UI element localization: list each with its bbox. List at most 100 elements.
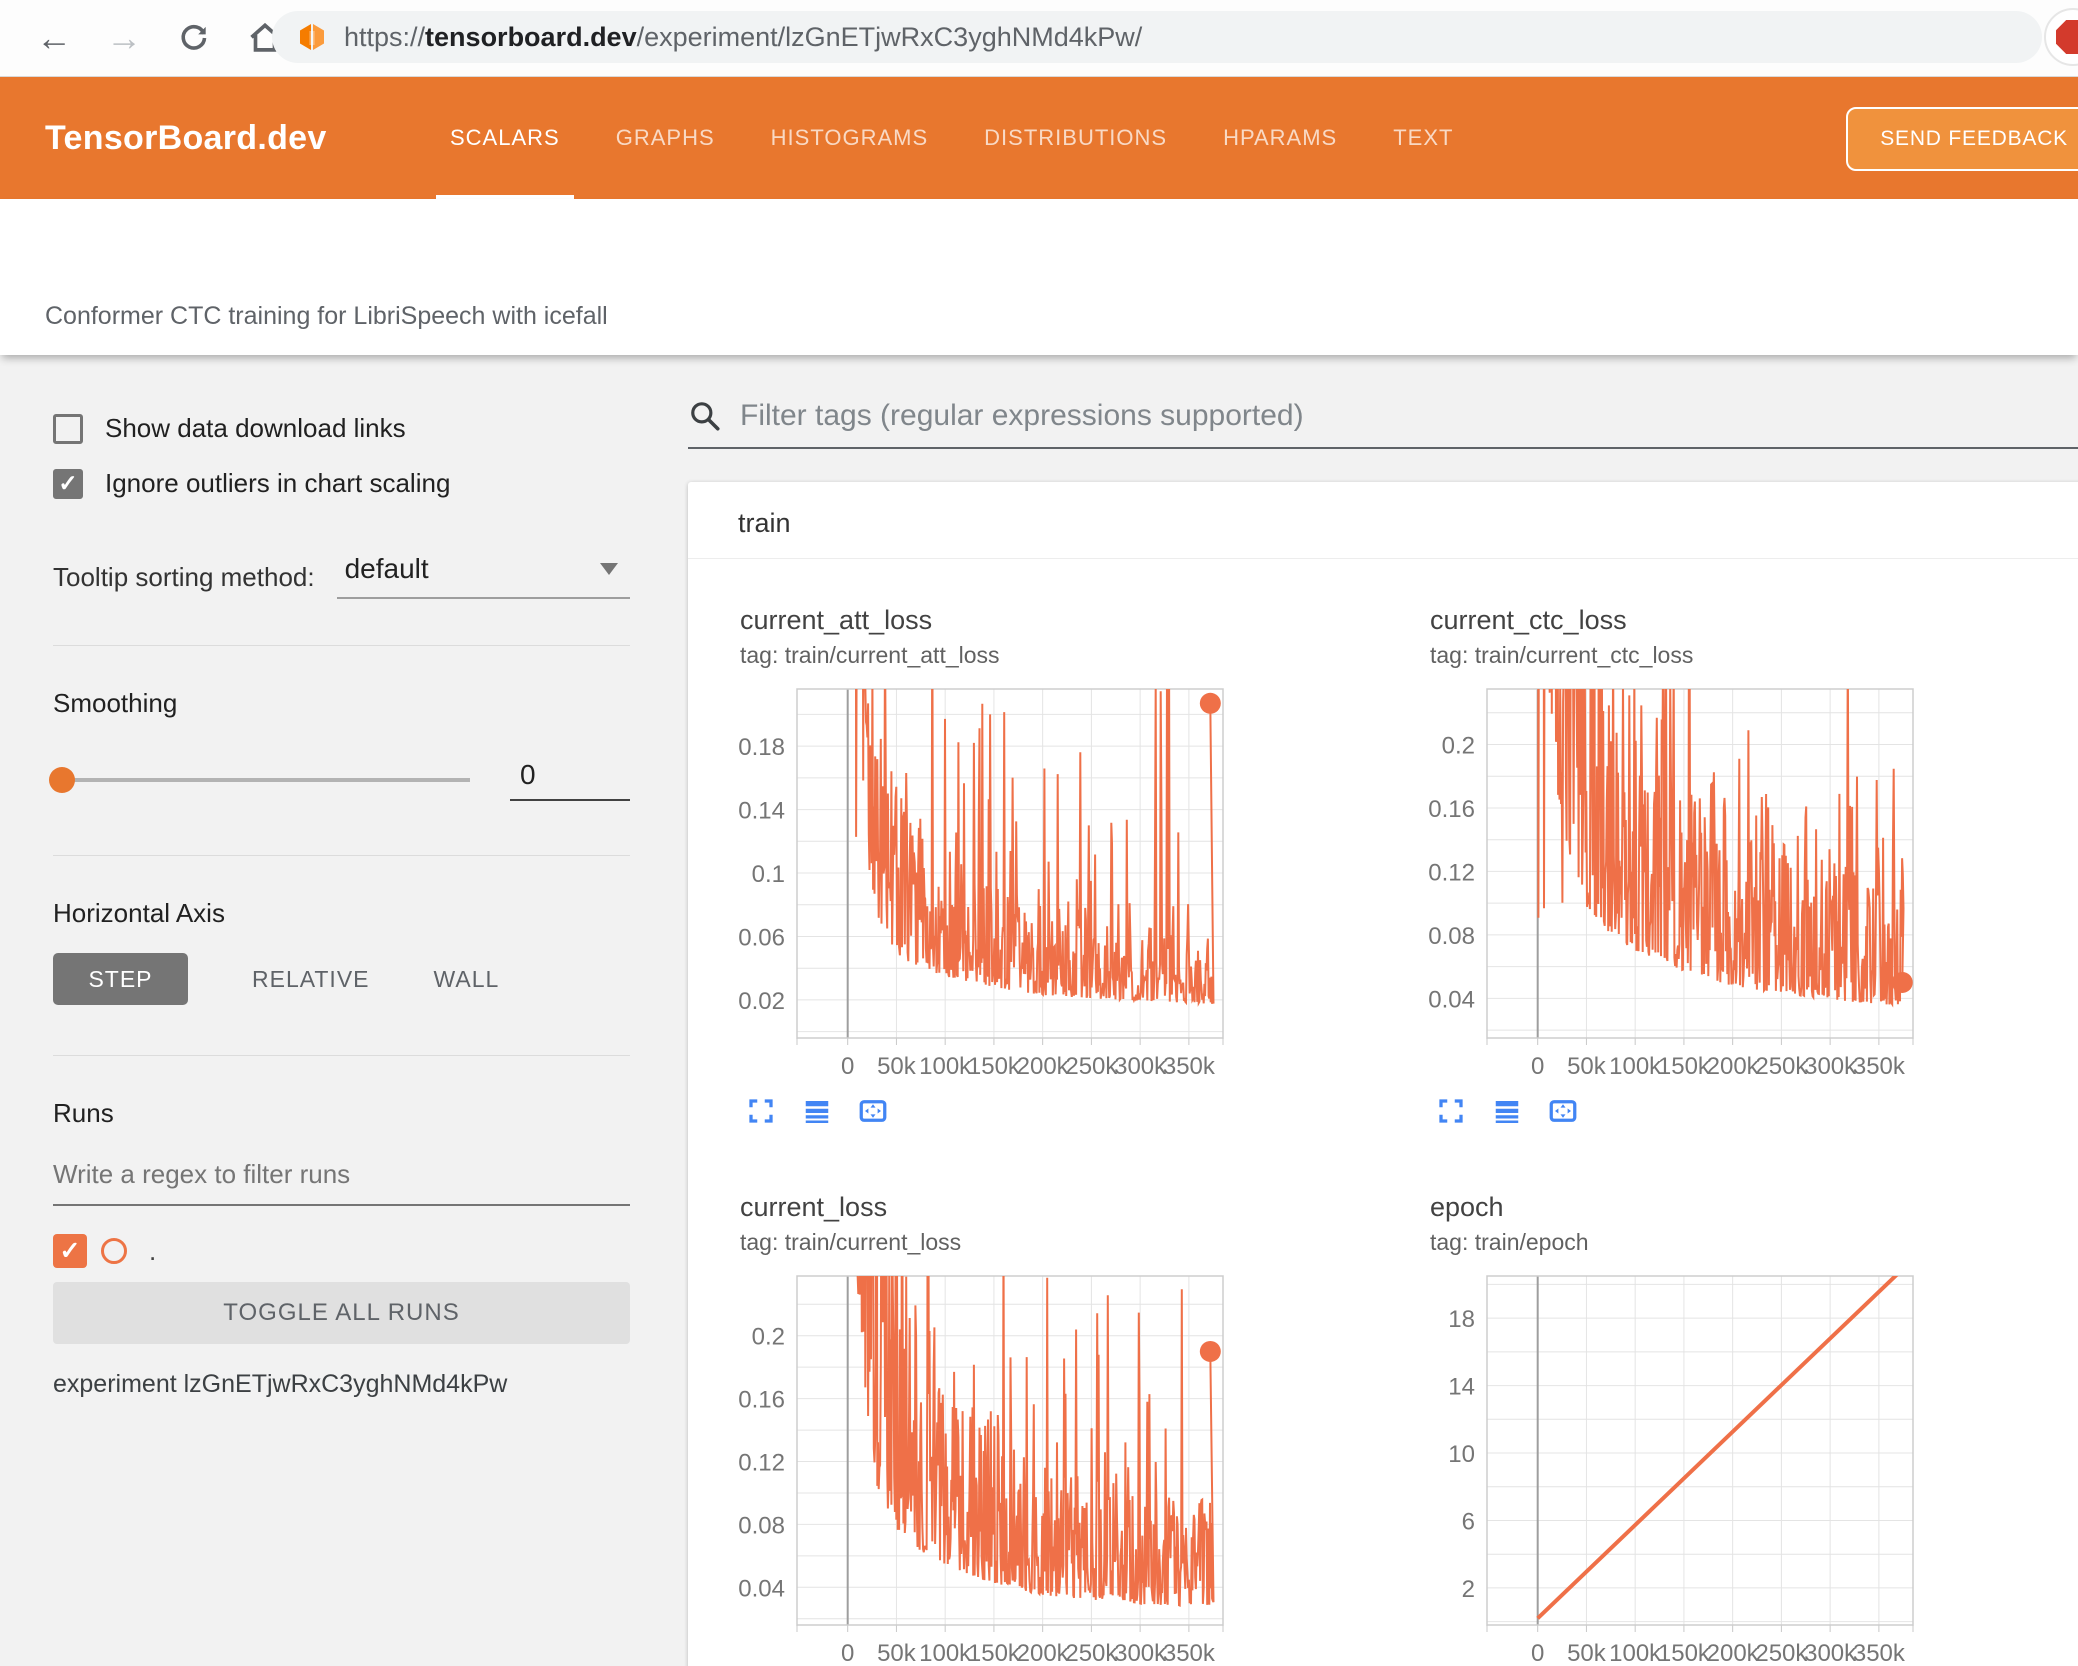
svg-text:0.12: 0.12 xyxy=(738,1450,785,1477)
fullscreen-icon[interactable] xyxy=(746,1096,776,1126)
svg-text:100k: 100k xyxy=(1609,1640,1662,1662)
svg-text:14: 14 xyxy=(1448,1374,1475,1401)
svg-text:50k: 50k xyxy=(877,1053,917,1075)
axis-wall-button[interactable]: WALL xyxy=(434,966,500,993)
app-header: TensorBoard.dev SCALARS GRAPHS HISTOGRAMS D… xyxy=(0,77,2078,199)
divider xyxy=(53,1055,630,1056)
svg-text:0: 0 xyxy=(1531,1053,1544,1075)
runs-regex-input[interactable]: Write a regex to filter runs xyxy=(53,1159,630,1206)
axis-relative-button[interactable]: RELATIVE xyxy=(252,966,370,993)
svg-text:0.18: 0.18 xyxy=(738,734,785,761)
svg-text:250k: 250k xyxy=(1755,1053,1808,1075)
toggle-all-runs-button[interactable]: TOGGLE ALL RUNS xyxy=(53,1282,630,1344)
app-logo[interactable]: TensorBoard.dev xyxy=(45,77,327,199)
experiment-title: Conformer CTC training for LibriSpeech w… xyxy=(45,302,608,330)
svg-text:0.08: 0.08 xyxy=(1428,923,1475,950)
run-checkbox[interactable]: ✓ xyxy=(53,1234,87,1268)
chart-tag: tag: train/current_loss xyxy=(740,1229,962,1255)
axis-step-button[interactable]: STEP xyxy=(53,953,188,1005)
svg-text:150k: 150k xyxy=(968,1053,1021,1075)
fit-domain-icon[interactable] xyxy=(1548,1096,1578,1126)
settings-sidebar: Show data download links ✓ Ignore outlie… xyxy=(0,355,660,1666)
log-scale-lines-icon[interactable] xyxy=(802,1096,832,1126)
extension-icon[interactable] xyxy=(2044,8,2078,66)
svg-text:0.16: 0.16 xyxy=(738,1387,785,1414)
tooltip-sorting-label: Tooltip sorting method: xyxy=(53,562,315,592)
run-color-swatch xyxy=(101,1238,127,1264)
svg-text:0.04: 0.04 xyxy=(738,1575,785,1602)
send-feedback-button[interactable]: SEND FEEDBACK xyxy=(1846,107,2078,171)
search-icon xyxy=(688,399,722,433)
show-download-links-checkbox[interactable] xyxy=(53,413,83,444)
charts-grid: current_att_loss tag: train/current_att_l… xyxy=(688,559,2078,1666)
chart-title: epoch xyxy=(1430,1192,1504,1222)
tab-text[interactable]: TEXT xyxy=(1379,77,1467,199)
svg-text:250k: 250k xyxy=(1755,1640,1808,1662)
show-download-links-label: Show data download links xyxy=(105,413,406,443)
svg-text:6: 6 xyxy=(1462,1508,1475,1535)
svg-text:0.16: 0.16 xyxy=(1428,796,1475,823)
svg-text:10: 10 xyxy=(1448,1441,1475,1468)
smoothing-label: Smoothing xyxy=(53,688,178,718)
svg-text:200k: 200k xyxy=(1707,1053,1760,1075)
tab-graphs[interactable]: GRAPHS xyxy=(602,77,729,199)
smoothing-slider[interactable] xyxy=(49,767,470,793)
chart-tag: tag: train/current_att_loss xyxy=(740,642,1000,668)
chart-title: current_att_loss xyxy=(740,605,933,635)
svg-text:0.06: 0.06 xyxy=(738,924,785,951)
ignore-outliers-checkbox[interactable]: ✓ xyxy=(53,468,83,499)
svg-text:0.2: 0.2 xyxy=(752,1324,785,1351)
log-scale-lines-icon[interactable] xyxy=(1492,1096,1522,1126)
svg-text:200k: 200k xyxy=(1707,1640,1760,1662)
smoothing-value-input[interactable]: 0 xyxy=(510,759,630,801)
chart-plot-current_loss[interactable]: 0.040.080.120.160.20 50k 100k150k200k250k3… xyxy=(732,1270,1237,1666)
group-title[interactable]: train xyxy=(688,482,2078,559)
svg-text:0: 0 xyxy=(1531,1640,1544,1662)
divider xyxy=(53,855,630,856)
chevron-down-icon xyxy=(600,563,618,575)
chart-plot-current_ctc_loss[interactable]: 0.040.080.120.160.20 50k 100k150k200k250k3… xyxy=(1422,683,1927,1080)
svg-text:2: 2 xyxy=(1462,1576,1475,1603)
filter-tags-input[interactable]: Filter tags (regular expressions support… xyxy=(688,399,2078,449)
chart-toolbar xyxy=(746,1096,1237,1126)
chart-card-epoch: epoch tag: train/epoch 2 6 10 14 18 0 50k 100k 150… xyxy=(1422,1192,1927,1666)
divider xyxy=(53,645,630,646)
chart-toolbar xyxy=(1436,1096,1927,1126)
tab-histograms[interactable]: HISTOGRAMS xyxy=(757,77,943,199)
svg-text:50k: 50k xyxy=(1567,1053,1607,1075)
experiment-title-band: Conformer CTC training for LibriSpeech w… xyxy=(0,199,2078,355)
reload-icon[interactable] xyxy=(176,20,212,56)
svg-text:150k: 150k xyxy=(1658,1053,1711,1075)
screenshot-root: ← → https://tensorboard.dev/experiment/l… xyxy=(0,0,2078,1666)
forward-icon[interactable]: → xyxy=(106,20,142,56)
url-text: https://tensorboard.dev/experiment/lzGnE… xyxy=(344,21,1143,52)
tab-hparams[interactable]: HPARAMS xyxy=(1209,77,1351,199)
svg-text:350k: 350k xyxy=(1163,1053,1216,1075)
url-bar[interactable]: https://tensorboard.dev/experiment/lzGnE… xyxy=(272,11,2042,63)
tooltip-sorting-value: default xyxy=(344,553,429,584)
fullscreen-icon[interactable] xyxy=(1436,1096,1466,1126)
tab-distributions[interactable]: DISTRIBUTIONS xyxy=(970,77,1181,199)
svg-text:200k: 200k xyxy=(1017,1640,1070,1662)
smoothing-slider-thumb[interactable] xyxy=(49,767,75,793)
tooltip-sorting-dropdown[interactable]: default xyxy=(336,553,630,599)
svg-text:100k: 100k xyxy=(1609,1053,1662,1075)
runs-label: Runs xyxy=(53,1098,114,1128)
chart-card-current_ctc_loss: current_ctc_loss tag: train/current_ctc_l… xyxy=(1422,605,1927,1126)
chart-tag: tag: train/epoch xyxy=(1430,1229,1589,1255)
svg-text:0.14: 0.14 xyxy=(738,798,785,825)
chart-plot-epoch[interactable]: 2 6 10 14 18 0 50k 100k150k200k250k300k350k xyxy=(1422,1270,1927,1666)
chart-plot-current_att_loss[interactable]: 0.020.060.10.140.180 50k 100k150k200k250k3… xyxy=(732,683,1237,1080)
svg-text:250k: 250k xyxy=(1065,1053,1118,1075)
svg-text:18: 18 xyxy=(1448,1306,1475,1333)
svg-text:300k: 300k xyxy=(1114,1053,1167,1075)
chart-card-current_loss: current_loss tag: train/current_loss 0.04 0… xyxy=(732,1192,1237,1666)
tab-scalars[interactable]: SCALARS xyxy=(436,77,574,199)
svg-text:0.12: 0.12 xyxy=(1428,859,1475,886)
svg-text:150k: 150k xyxy=(968,1640,1021,1662)
svg-text:0.08: 0.08 xyxy=(738,1512,785,1539)
back-icon[interactable]: ← xyxy=(36,20,72,56)
fit-domain-icon[interactable] xyxy=(858,1096,888,1126)
svg-text:100k: 100k xyxy=(919,1640,972,1662)
horizontal-axis-label: Horizontal Axis xyxy=(53,898,225,928)
